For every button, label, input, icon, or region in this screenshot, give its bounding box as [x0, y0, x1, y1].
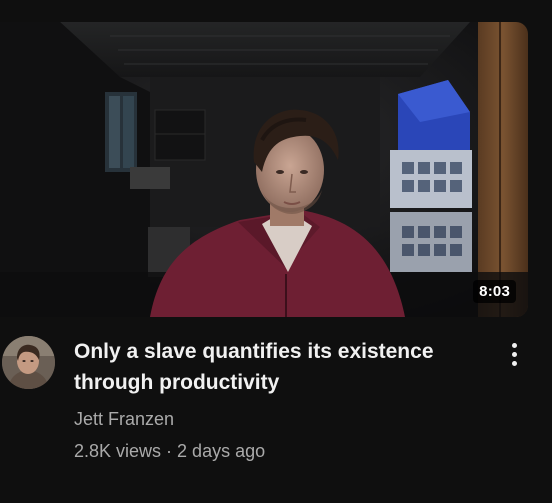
stats-separator: ·	[166, 441, 173, 461]
video-thumbnail[interactable]: 8:03	[0, 22, 528, 317]
more-vert-icon[interactable]	[500, 338, 528, 370]
channel-name[interactable]: Jett Franzen	[74, 407, 484, 431]
menu-dot	[511, 360, 517, 366]
video-card: 8:03 Only a slave quantifies its existen…	[0, 0, 552, 503]
channel-avatar[interactable]	[2, 336, 55, 389]
upload-age: 2 days ago	[177, 441, 266, 461]
video-details: Only a slave quantifies its existence th…	[74, 336, 484, 463]
menu-dot	[511, 351, 517, 357]
menu-dot	[511, 342, 517, 348]
video-stats: 2.8K views · 2 days ago	[74, 439, 484, 463]
video-title[interactable]: Only a slave quantifies its existence th…	[74, 336, 484, 398]
avatar-image	[2, 336, 55, 389]
duration-badge: 8:03	[473, 280, 516, 303]
thumbnail-image	[0, 22, 528, 317]
view-count: 2.8K views	[74, 441, 162, 461]
